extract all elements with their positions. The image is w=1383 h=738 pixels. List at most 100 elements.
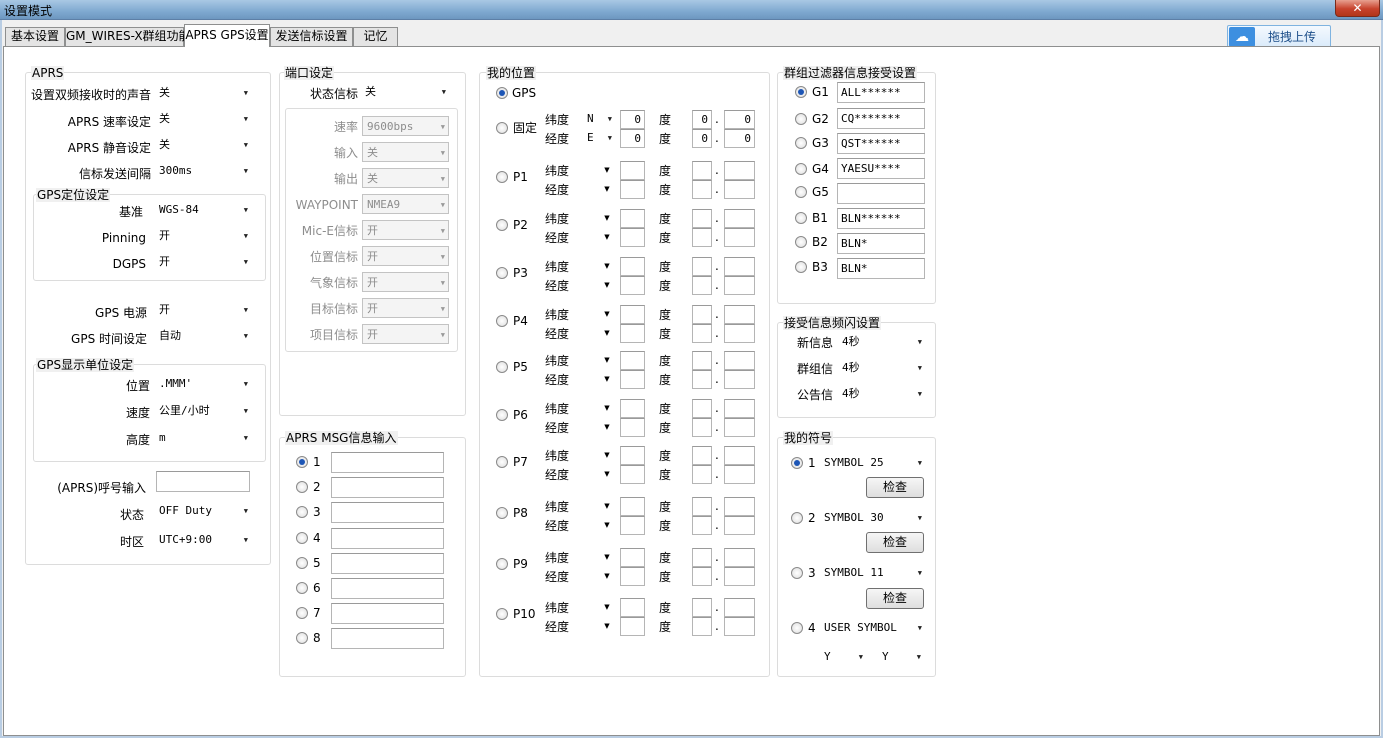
preset-p7-lat-min-input[interactable]	[692, 446, 712, 465]
msg-radio-8[interactable]	[296, 632, 308, 644]
fixed-lat-sec-input[interactable]: 0	[724, 110, 755, 129]
symbol-radio-2[interactable]	[791, 512, 803, 524]
preset-p9-lat-deg-input[interactable]	[620, 548, 645, 567]
preset-p8-lon-dir-select[interactable]: ▼	[600, 516, 614, 534]
preset-p8-lat-sec-input[interactable]	[724, 497, 755, 516]
altitude-unit-select[interactable]: m ▼	[155, 428, 251, 448]
preset-radio-p9[interactable]	[496, 558, 508, 570]
preset-p7-lon-sec-input[interactable]	[724, 465, 755, 484]
fixed-lon-deg-input[interactable]: 0	[620, 129, 645, 148]
group-filter-radio-g1[interactable]	[795, 86, 807, 98]
fixed-lon-sec-input[interactable]: 0	[724, 129, 755, 148]
msg-radio-3[interactable]	[296, 506, 308, 518]
group-filter-input-g4[interactable]: YAESU****	[837, 158, 925, 179]
speed-unit-select[interactable]: 公里/小时 ▼	[155, 401, 251, 421]
symbol-radio-4[interactable]	[791, 622, 803, 634]
preset-p1-lon-sec-input[interactable]	[724, 180, 755, 199]
timezone-select[interactable]: UTC+9:00 ▼	[155, 530, 251, 550]
preset-radio-p3[interactable]	[496, 267, 508, 279]
callsign-input[interactable]	[156, 471, 250, 492]
aprs-mute-select[interactable]: 关 ▼	[155, 135, 251, 155]
msg-radio-6[interactable]	[296, 582, 308, 594]
gps-power-select[interactable]: 开 ▼	[155, 300, 251, 320]
status-select[interactable]: OFF Duty ▼	[155, 501, 251, 521]
preset-p2-lon-sec-input[interactable]	[724, 228, 755, 247]
flash-bulletin-select[interactable]: 4秒 ▼	[838, 384, 925, 404]
preset-p8-lon-sec-input[interactable]	[724, 516, 755, 535]
preset-p8-lat-deg-input[interactable]	[620, 497, 645, 516]
preset-p2-lat-min-input[interactable]	[692, 209, 712, 228]
tab-beacon-settings[interactable]: 发送信标设置	[270, 27, 353, 46]
preset-p7-lon-min-input[interactable]	[692, 465, 712, 484]
preset-p6-lat-dir-select[interactable]: ▼	[600, 399, 614, 417]
preset-p10-lon-min-input[interactable]	[692, 617, 712, 636]
datum-select[interactable]: WGS-84 ▼	[155, 200, 251, 220]
msg-input-6[interactable]	[331, 578, 444, 599]
preset-p1-lon-dir-select[interactable]: ▼	[600, 180, 614, 198]
preset-p2-lon-deg-input[interactable]	[620, 228, 645, 247]
msg-input-5[interactable]	[331, 553, 444, 574]
preset-p9-lat-min-input[interactable]	[692, 548, 712, 567]
preset-p3-lon-sec-input[interactable]	[724, 276, 755, 295]
preset-radio-p4[interactable]	[496, 315, 508, 327]
preset-p6-lat-sec-input[interactable]	[724, 399, 755, 418]
preset-p6-lon-deg-input[interactable]	[620, 418, 645, 437]
symbol-radio-1[interactable]	[791, 457, 803, 469]
preset-p2-lat-sec-input[interactable]	[724, 209, 755, 228]
preset-p1-lat-deg-input[interactable]	[620, 161, 645, 180]
preset-p5-lon-dir-select[interactable]: ▼	[600, 370, 614, 388]
preset-p5-lat-min-input[interactable]	[692, 351, 712, 370]
symbol-select-3[interactable]: SYMBOL 11 ▼	[820, 563, 925, 583]
position-fixed-radio[interactable]	[496, 122, 508, 134]
preset-p8-lon-deg-input[interactable]	[620, 516, 645, 535]
preset-p10-lat-sec-input[interactable]	[724, 598, 755, 617]
group-filter-radio-g4[interactable]	[795, 163, 807, 175]
position-gps-radio[interactable]	[496, 87, 508, 99]
preset-p10-lon-dir-select[interactable]: ▼	[600, 617, 614, 635]
preset-p9-lat-dir-select[interactable]: ▼	[600, 548, 614, 566]
preset-p6-lat-min-input[interactable]	[692, 399, 712, 418]
msg-radio-2[interactable]	[296, 481, 308, 493]
preset-p6-lon-min-input[interactable]	[692, 418, 712, 437]
preset-p7-lat-deg-input[interactable]	[620, 446, 645, 465]
preset-radio-p6[interactable]	[496, 409, 508, 421]
position-beacon-select[interactable]: 开 ▼	[362, 246, 449, 266]
preset-p1-lat-sec-input[interactable]	[724, 161, 755, 180]
port-output-select[interactable]: 关 ▼	[362, 168, 449, 188]
symbol-check-button-1[interactable]: 检查	[866, 477, 924, 498]
preset-radio-p5[interactable]	[496, 361, 508, 373]
port-speed-select[interactable]: 9600bps ▼	[362, 116, 449, 136]
msg-input-8[interactable]	[331, 628, 444, 649]
symbol-select-4[interactable]: USER SYMBOL ▼	[820, 618, 925, 638]
msg-radio-5[interactable]	[296, 557, 308, 569]
close-button[interactable]: ✕	[1335, 0, 1380, 17]
preset-p5-lon-deg-input[interactable]	[620, 370, 645, 389]
preset-p3-lat-sec-input[interactable]	[724, 257, 755, 276]
preset-radio-p10[interactable]	[496, 608, 508, 620]
flash-group-msg-select[interactable]: 4秒 ▼	[838, 358, 925, 378]
tab-aprs-gps[interactable]: APRS GPS设置	[184, 24, 270, 47]
preset-p8-lat-dir-select[interactable]: ▼	[600, 497, 614, 515]
preset-p9-lon-min-input[interactable]	[692, 567, 712, 586]
preset-p1-lon-min-input[interactable]	[692, 180, 712, 199]
group-filter-input-b1[interactable]: BLN******	[837, 208, 925, 229]
weather-beacon-select[interactable]: 开 ▼	[362, 272, 449, 292]
preset-p5-lon-min-input[interactable]	[692, 370, 712, 389]
symbol-check-button-2[interactable]: 检查	[866, 532, 924, 553]
preset-p3-lat-dir-select[interactable]: ▼	[600, 257, 614, 275]
gps-time-select[interactable]: 自动 ▼	[155, 326, 251, 346]
preset-p3-lon-dir-select[interactable]: ▼	[600, 276, 614, 294]
dgps-select[interactable]: 开 ▼	[155, 252, 251, 272]
fixed-lon-dir-select[interactable]: E ▼	[583, 129, 615, 147]
msg-input-7[interactable]	[331, 603, 444, 624]
fixed-lon-min-input[interactable]: 0	[692, 129, 712, 148]
preset-p2-lon-dir-select[interactable]: ▼	[600, 228, 614, 246]
tab-basic-settings[interactable]: 基本设置	[5, 27, 65, 46]
preset-p3-lon-min-input[interactable]	[692, 276, 712, 295]
status-beacon-select[interactable]: 关 ▼	[361, 82, 449, 102]
preset-p5-lat-deg-input[interactable]	[620, 351, 645, 370]
preset-p10-lon-deg-input[interactable]	[620, 617, 645, 636]
preset-p10-lat-deg-input[interactable]	[620, 598, 645, 617]
preset-p7-lat-sec-input[interactable]	[724, 446, 755, 465]
preset-p4-lon-sec-input[interactable]	[724, 324, 755, 343]
